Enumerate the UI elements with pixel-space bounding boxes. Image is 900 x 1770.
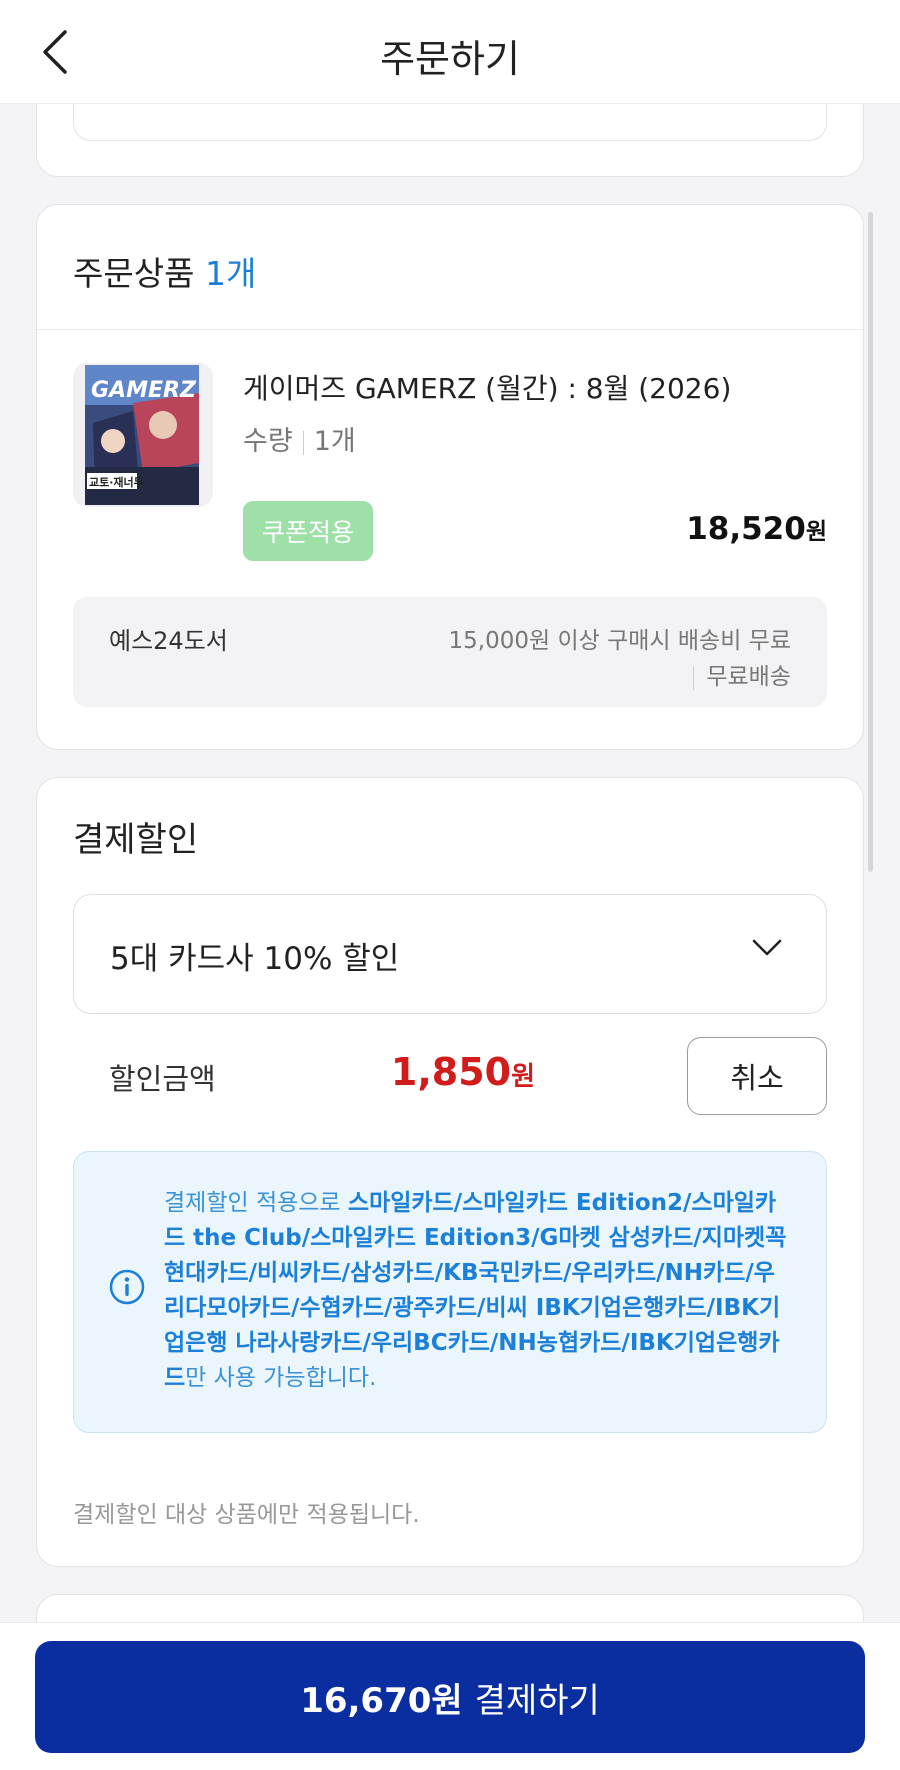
product-title[interactable]: 게이머즈 GAMERZ (월간) : 8월 (2026) bbox=[243, 367, 731, 407]
product-price-value: 18,520 bbox=[686, 511, 806, 547]
discount-info-box: 결제할인 적용으로 스마일카드/스마일카드 Edition2/스마일카드 the… bbox=[73, 1151, 827, 1433]
order-items-title-text: 주문상품 bbox=[73, 254, 195, 293]
pay-button-amount: 16,670원 bbox=[300, 1680, 463, 1721]
shipping-fee-text: 무료배송 bbox=[706, 664, 791, 690]
shipping-divider bbox=[693, 665, 695, 690]
cancel-discount-button[interactable]: 취소 bbox=[687, 1037, 827, 1115]
payment-discount-card: 결제할인 5대 카드사 10% 할인 할인금액 1,850원 취소 결제할인 적… bbox=[36, 777, 864, 1567]
product-price-unit: 원 bbox=[805, 519, 827, 545]
discount-info-text: 결제할인 적용으로 스마일카드/스마일카드 Edition2/스마일카드 the… bbox=[164, 1186, 796, 1396]
info-text-suffix: 만 사용 가능합니다. bbox=[185, 1365, 377, 1391]
quantity-label: 수량 bbox=[243, 426, 293, 457]
info-text-prefix: 결제할인 적용으로 bbox=[164, 1190, 348, 1216]
cover-caption-text: 교토·재너두 bbox=[89, 475, 144, 489]
quantity-divider bbox=[302, 430, 304, 455]
pay-button-label: 결제하기 bbox=[474, 1680, 600, 1721]
scrollbar[interactable] bbox=[868, 212, 873, 872]
apply-coupon-button[interactable]: 쿠폰적용 bbox=[243, 501, 373, 561]
seller-name: 예스24도서 bbox=[109, 627, 228, 655]
quantity-value: 1개 bbox=[313, 426, 356, 457]
discount-select-value: 5대 카드사 10% 할인 bbox=[110, 941, 400, 977]
info-icon bbox=[109, 1269, 145, 1305]
cover-title-text: GAMERZ bbox=[91, 378, 197, 403]
chevron-down-icon bbox=[752, 939, 782, 956]
discount-note: 결제할인 대상 상품에만 적용됩니다. bbox=[73, 1502, 420, 1528]
shipping-info-box: 예스24도서 15,000원 이상 구매시 배송비 무료 무료배송 bbox=[73, 597, 827, 707]
discount-select[interactable]: 5대 카드사 10% 할인 bbox=[73, 894, 827, 1014]
product-thumbnail[interactable]: GAMERZ 교토·재너두 bbox=[73, 363, 213, 507]
product-quantity: 수량 1개 bbox=[243, 419, 356, 458]
info-text-cards: 스마일카드/스마일카드 Edition2/스마일카드 the Club/스마일카… bbox=[164, 1190, 787, 1391]
shipping-condition: 15,000원 이상 구매시 배송비 무료 bbox=[448, 628, 791, 654]
pay-button[interactable]: 16,670원 결제하기 bbox=[35, 1641, 865, 1753]
discount-amount-value: 1,850 bbox=[390, 1050, 512, 1094]
bottom-action-bar: 16,670원 결제하기 bbox=[0, 1622, 900, 1770]
discount-amount: 1,850원 bbox=[391, 1050, 535, 1094]
page-title: 주문하기 bbox=[380, 37, 520, 81]
order-items-count: 1개 bbox=[204, 254, 257, 293]
discount-amount-unit: 원 bbox=[511, 1062, 535, 1092]
order-items-title: 주문상품 1개 bbox=[73, 247, 256, 295]
top-header: 주문하기 bbox=[0, 0, 900, 104]
order-items-header: 주문상품 1개 bbox=[37, 205, 863, 330]
payment-discount-title: 결제할인 bbox=[73, 820, 199, 860]
magazine-cover-image: GAMERZ 교토·재너두 bbox=[85, 365, 199, 505]
discount-amount-label: 할인금액 bbox=[109, 1062, 216, 1096]
product-price: 18,520원 bbox=[686, 511, 827, 547]
shipping-fee: 무료배송 bbox=[693, 657, 791, 691]
order-items-card: 주문상품 1개 GAMERZ 교토·재너두 게이머즈 GAMERZ (월간) :… bbox=[36, 204, 864, 750]
